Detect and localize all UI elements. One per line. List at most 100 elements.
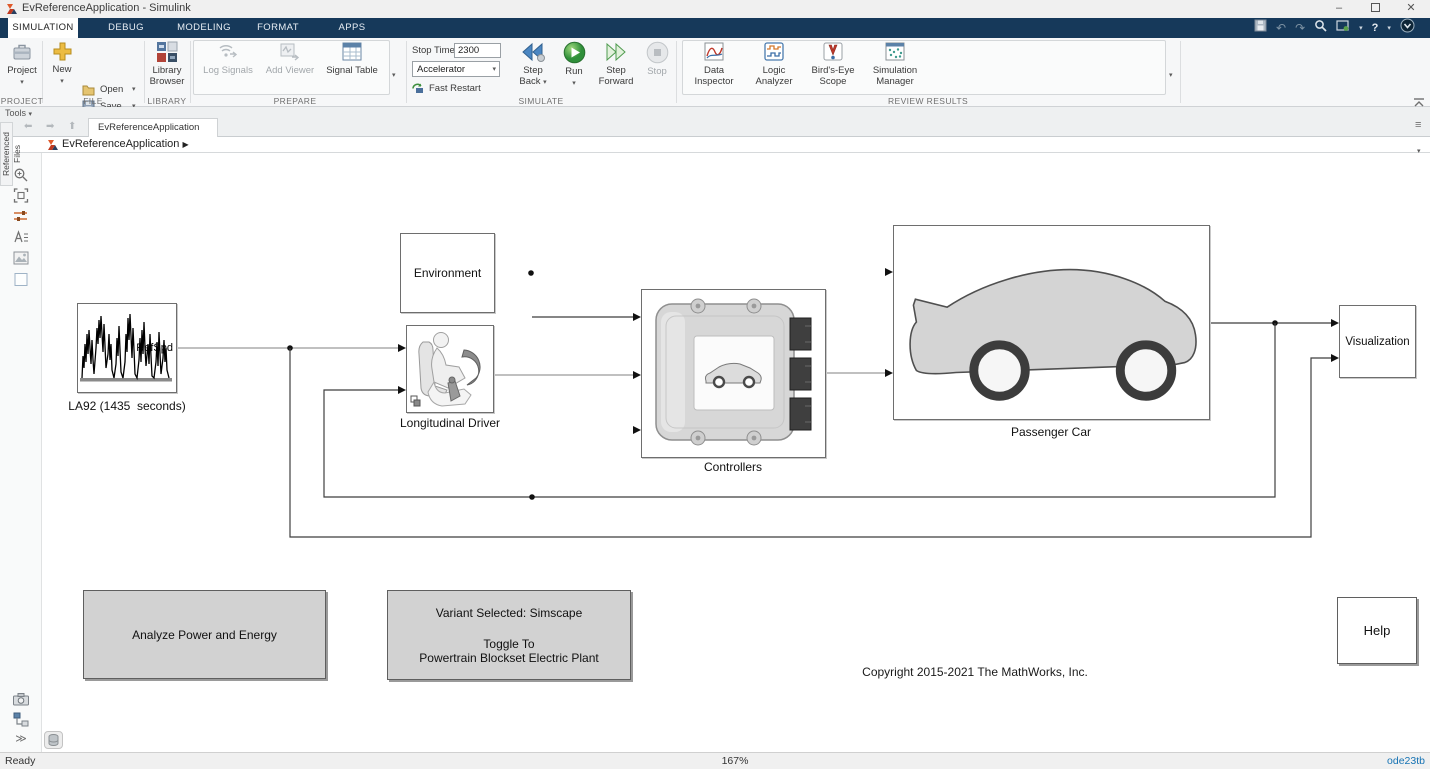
stop-button[interactable]: Stop	[640, 40, 674, 94]
run-button[interactable]: Run ▾	[556, 40, 592, 94]
new-button[interactable]: New ▾	[46, 40, 78, 94]
model-data-button[interactable]	[44, 731, 63, 749]
simulation-manager-button[interactable]: Simulation Manager	[867, 40, 923, 94]
open-icon	[82, 83, 95, 96]
group-label-review: REVIEW RESULTS	[888, 96, 968, 106]
account-icon[interactable]	[1400, 18, 1415, 38]
logic-analyzer-button[interactable]: Logic Analyzer	[748, 40, 800, 94]
group-separator	[42, 41, 43, 103]
fast-restart-button[interactable]: Fast Restart	[412, 80, 481, 96]
chevron-down-icon: ▾	[572, 80, 576, 87]
environment-block[interactable]: Environment	[400, 233, 495, 313]
tab-debug[interactable]: DEBUG	[88, 18, 164, 38]
breadcrumb[interactable]: EvReferenceApplication ▶	[62, 138, 189, 150]
fit-view-icon[interactable]	[14, 188, 29, 208]
add-viewer-button[interactable]: Add Viewer	[262, 40, 318, 94]
referenced-files-tab[interactable]: Referenced Files	[0, 122, 13, 186]
stop-icon	[646, 41, 669, 64]
annotation-icon[interactable]	[13, 230, 29, 249]
quick-save-icon[interactable]	[1254, 19, 1267, 37]
model-icon	[47, 139, 59, 151]
longitudinal-driver-block[interactable]	[406, 325, 494, 413]
maximize-button[interactable]	[1358, 0, 1392, 18]
new-icon	[52, 41, 73, 62]
step-forward-button[interactable]: Step Forward	[594, 40, 638, 94]
solver-link[interactable]: ode23tb	[1387, 755, 1425, 767]
passenger-car-block[interactable]	[893, 225, 1210, 420]
tab-format[interactable]: FORMAT	[244, 18, 312, 38]
tab-modeling[interactable]: MODELING	[166, 18, 242, 38]
left-toolbar: ≫	[0, 153, 42, 752]
zoom-level: 167%	[700, 755, 770, 767]
simulation-mode-value: Accelerator	[417, 64, 465, 75]
chevron-down-icon: ▾	[132, 86, 136, 93]
help-block[interactable]: Help	[1337, 597, 1417, 664]
new-label: New	[52, 64, 71, 75]
tab-list-icon[interactable]: ≡	[1415, 119, 1421, 131]
controllers-block[interactable]	[641, 289, 826, 458]
ribbon-tab-bar: SIMULATION DEBUG MODELING FORMAT APPS ↶ …	[0, 18, 1430, 38]
log-signals-button[interactable]: Log Signals	[200, 40, 256, 94]
variant-toggle-button[interactable]: Variant Selected: Simscape Toggle To Pow…	[387, 590, 631, 680]
breadcrumb-item[interactable]: EvReferenceApplication	[62, 138, 179, 150]
capture-caret-icon[interactable]: ▾	[1359, 25, 1363, 32]
capture-icon[interactable]	[1336, 19, 1350, 37]
analyze-power-button[interactable]: Analyze Power and Energy	[83, 590, 326, 679]
birdseye-scope-button[interactable]: Bird's-Eye Scope	[807, 40, 859, 94]
open-button[interactable]: Open ▾	[82, 81, 136, 97]
zoom-icon[interactable]	[13, 167, 29, 188]
forward-icon[interactable]: ➡	[46, 121, 54, 132]
model-browser-icon[interactable]	[13, 712, 29, 732]
step-back-label: Step Back	[519, 65, 542, 87]
signal-lines-icon[interactable]	[13, 209, 29, 228]
chevron-down-icon: ▾	[60, 78, 64, 85]
expand-icons-icon[interactable]: ≫	[15, 732, 27, 745]
chevron-down-icon: ▾	[392, 72, 396, 79]
area-box-icon[interactable]	[14, 272, 29, 292]
simulink-logo-icon	[6, 3, 18, 15]
model-tab[interactable]: EvReferenceApplication	[88, 118, 218, 137]
group-label-file: FILE	[83, 96, 103, 106]
ribbon: Project ▾ New ▾ Open ▾ Save ▾ Print ▾	[0, 38, 1430, 107]
tools-menu[interactable]: Tools ▾	[5, 108, 32, 118]
help-caret-icon[interactable]: ▾	[1387, 25, 1391, 32]
undo-icon[interactable]: ↶	[1276, 22, 1286, 34]
drive-cycle-label: LA92 (1435 seconds)	[68, 399, 185, 413]
group-label-prepare: PREPARE	[274, 96, 317, 106]
window-title: EvReferenceApplication - Simulink	[22, 2, 191, 14]
open-label: Open	[100, 84, 127, 95]
drive-cycle-block[interactable]: RefSpd	[77, 303, 177, 393]
ecu-icon	[642, 290, 825, 457]
logic-analyzer-icon	[763, 41, 785, 63]
visualization-block[interactable]: Visualization	[1339, 305, 1416, 378]
project-button[interactable]: Project ▾	[2, 40, 42, 94]
up-icon[interactable]: ⬆	[68, 121, 76, 132]
help-icon[interactable]: ?	[1372, 22, 1379, 34]
prepare-gallery-caret[interactable]: ▾	[392, 64, 396, 82]
model-canvas[interactable]: RefSpd LA92 (1435 seconds) Environment L…	[42, 153, 1430, 752]
review-gallery-caret[interactable]: ▾	[1169, 64, 1173, 82]
library-browser-button[interactable]: Library Browser	[145, 40, 189, 94]
data-inspector-button[interactable]: Data Inspector	[688, 40, 740, 94]
fast-restart-label: Fast Restart	[429, 83, 481, 94]
back-icon[interactable]: ⬅	[24, 121, 32, 132]
data-inspector-icon	[703, 41, 725, 63]
tab-simulation[interactable]: SIMULATION	[8, 18, 78, 38]
add-viewer-icon	[279, 41, 301, 63]
simulation-mode-select[interactable]: Accelerator ▾	[412, 61, 500, 77]
signal-table-icon	[341, 41, 363, 63]
birdseye-scope-label: Bird's-Eye Scope	[812, 65, 855, 87]
signal-table-button[interactable]: Signal Table	[324, 40, 380, 94]
chevron-down-icon: ▾	[1169, 72, 1173, 79]
minimize-button[interactable]: –	[1322, 0, 1356, 18]
camera-icon[interactable]	[13, 692, 30, 711]
redo-icon[interactable]: ↷	[1295, 22, 1305, 34]
group-separator	[190, 41, 191, 103]
search-icon[interactable]	[1314, 19, 1327, 37]
close-button[interactable]: ✕	[1394, 0, 1428, 18]
tab-apps[interactable]: APPS	[318, 18, 386, 38]
model-tab-label: EvReferenceApplication	[98, 122, 199, 133]
image-icon[interactable]	[13, 251, 29, 270]
step-back-button[interactable]: Step Back ▾	[512, 40, 554, 94]
stop-time-input[interactable]: 2300	[454, 43, 501, 58]
